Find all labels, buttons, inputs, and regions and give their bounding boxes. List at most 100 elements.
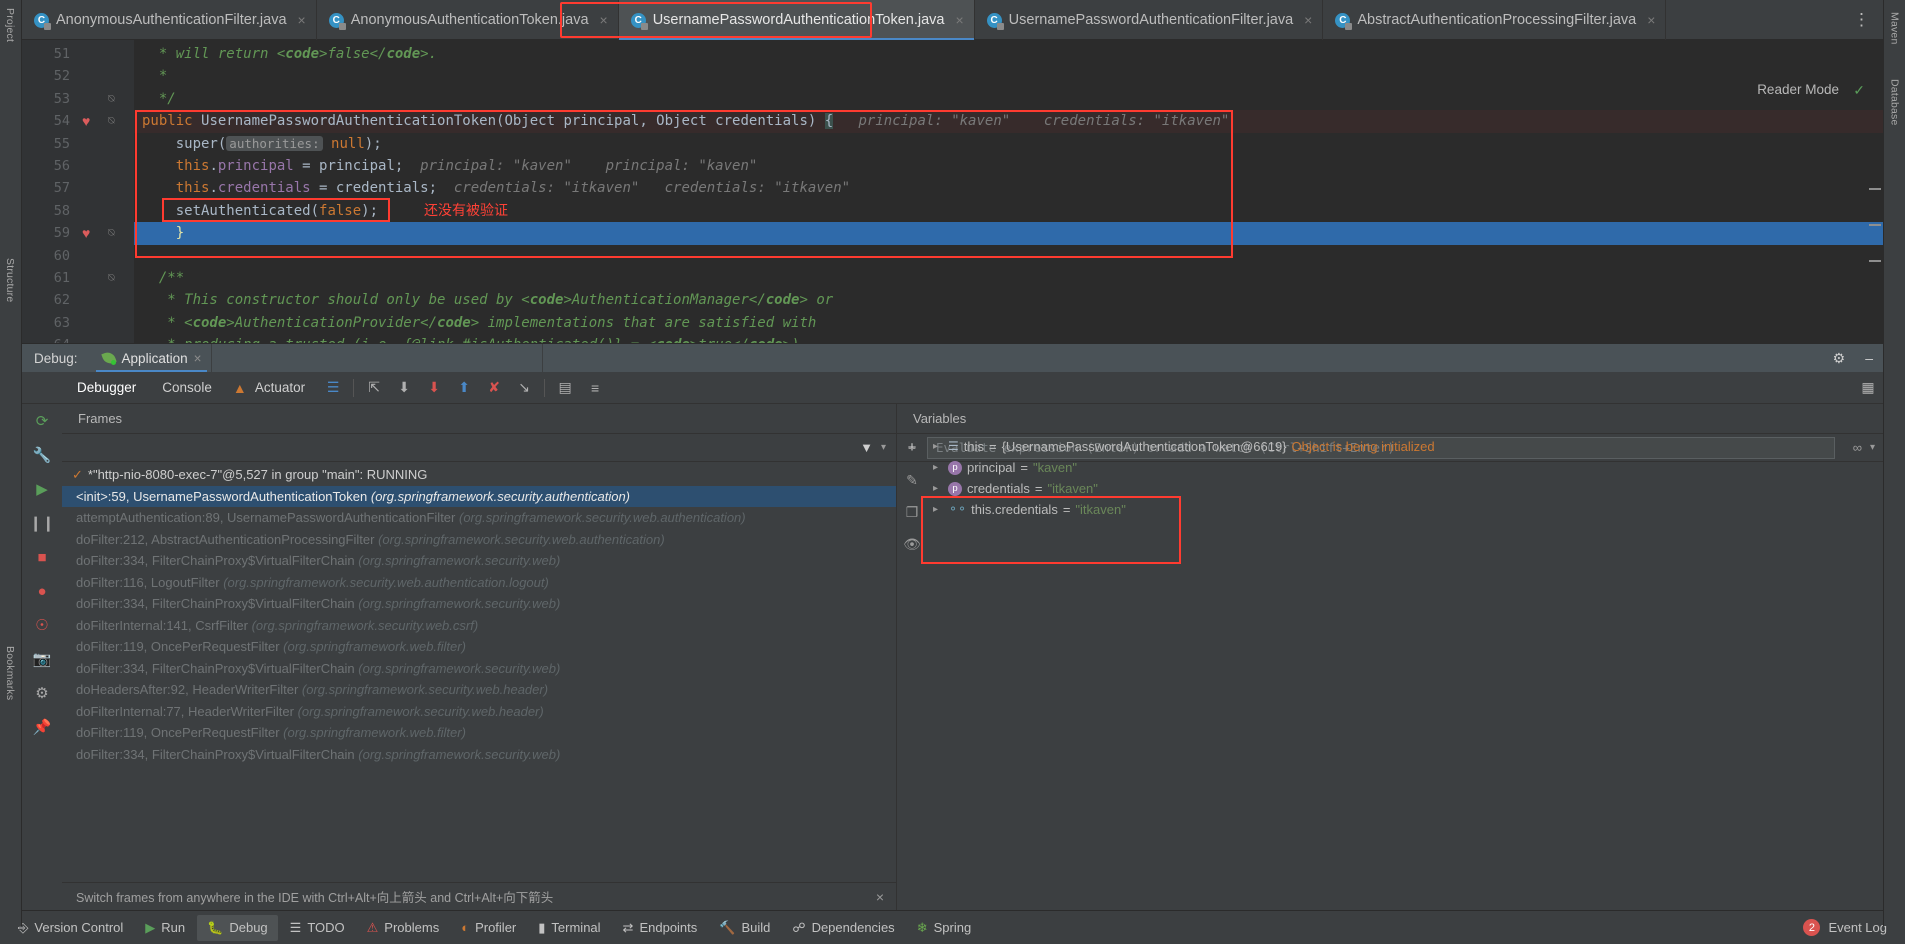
pause-program-icon[interactable]: ❙❙ — [22, 506, 62, 540]
variables-list[interactable]: ▸ ☰ this = {UsernamePasswordAuthenticati… — [927, 436, 1883, 910]
rail-item-structure[interactable]: Structure — [4, 252, 16, 308]
reader-mode-label[interactable]: Reader Mode — [1757, 82, 1839, 97]
frame-row[interactable]: doFilter:119, OncePerRequestFilter (org.… — [62, 722, 896, 744]
settings-icon[interactable]: ⚙ — [22, 676, 62, 710]
fold-icon[interactable]: ⍉ — [108, 110, 115, 132]
frames-list[interactable]: ✓ *"http-nio-8080-exec-7"@5,527 in group … — [62, 464, 896, 870]
code-editor[interactable]: 51 52 53 ⍉ 54 ♥ ⍉ 55 56 57 58 59 ♥ ⍉ 60 61 ⍉ 6… — [22, 40, 1883, 343]
status-item-version-control[interactable]: ⎆ Version Control — [8, 915, 133, 941]
equals-sign: = — [989, 439, 997, 454]
step-out-icon[interactable]: ⬆ — [449, 372, 479, 404]
force-step-into-icon[interactable]: ⬇ — [419, 372, 449, 404]
close-icon[interactable]: × — [1304, 12, 1312, 28]
frame-row[interactable]: doFilterInternal:77, HeaderWriterFilter … — [62, 701, 896, 723]
inspection-ok-icon[interactable]: ✓ — [1853, 82, 1865, 99]
editor-tab-usernamepasswordauthenticationfilter[interactable]: C UsernamePasswordAuthenticationFilter.j… — [975, 0, 1324, 40]
frame-row[interactable]: doFilter:334, FilterChainProxy$VirtualFi… — [62, 744, 896, 766]
rail-item-bookmarks[interactable]: Bookmarks — [4, 640, 16, 706]
wrench-icon[interactable]: 🔧 — [22, 438, 62, 472]
frame-row[interactable]: doFilter:116, LogoutFilter (org.springfr… — [62, 572, 896, 594]
code-text-area[interactable]: * will return <code>false</code>. * */ p… — [134, 40, 1883, 343]
chevron-right-icon[interactable]: ▸ — [933, 499, 943, 520]
remove-watch-icon[interactable]: − — [897, 432, 927, 464]
frame-row[interactable]: doHeadersAfter:92, HeaderWriterFilter (o… — [62, 679, 896, 701]
frame-row[interactable]: doFilter:212, AbstractAuthenticationProc… — [62, 529, 896, 551]
more-options-icon[interactable]: ⋮ — [1845, 10, 1879, 30]
variable-row-principal[interactable]: ▸ p principal = "kaven" — [927, 457, 1883, 478]
status-item-todo[interactable]: ☰ TODO — [280, 915, 355, 941]
status-item-run[interactable]: ▶ Run — [135, 915, 195, 941]
chevron-right-icon[interactable]: ▸ — [933, 478, 943, 499]
drop-frame-icon[interactable]: ✘ — [479, 372, 509, 404]
close-icon[interactable]: × — [600, 12, 608, 28]
rail-item-database[interactable]: Database — [1889, 73, 1901, 132]
close-icon[interactable]: × — [876, 889, 884, 905]
status-item-debug[interactable]: 🐛 Debug — [197, 914, 278, 941]
chevron-down-icon[interactable]: ▾ — [881, 442, 886, 453]
status-item-dependencies[interactable]: ☍ Dependencies — [782, 915, 904, 941]
close-icon[interactable]: × — [955, 12, 963, 28]
status-item-endpoints[interactable]: ⇄ Endpoints — [613, 915, 708, 941]
rail-item-project[interactable]: Project — [4, 2, 16, 48]
editor-tab-usernamepasswordauthenticationtoken[interactable]: C UsernamePasswordAuthenticationToken.ja… — [618, 0, 975, 40]
close-icon[interactable]: × — [194, 351, 202, 366]
variable-row-this-credentials[interactable]: ▸ ⚬⚬ this.credentials = "itkaven" — [927, 499, 1883, 520]
status-item-spring[interactable]: ❄ Spring — [907, 915, 981, 941]
event-log-label[interactable]: Event Log — [1828, 920, 1887, 935]
fold-icon[interactable]: ⍉ — [108, 88, 115, 110]
inspect-icon[interactable]: 👁 — [897, 528, 927, 560]
thread-row[interactable]: ✓ *"http-nio-8080-exec-7"@5,527 in group … — [62, 464, 896, 486]
mute-breakpoints-icon[interactable]: ● — [22, 574, 62, 608]
variable-row-this[interactable]: ▸ ☰ this = {UsernamePasswordAuthenticati… — [927, 436, 1883, 457]
minimize-icon[interactable]: – — [1855, 350, 1883, 366]
debug-tab-console[interactable]: Console — [149, 372, 225, 404]
chevron-right-icon[interactable]: ▸ — [933, 436, 943, 457]
breakpoint-icon[interactable]: ♥ — [82, 110, 90, 132]
actuator-icon[interactable]: ▲ — [225, 372, 255, 404]
view-breakpoints-icon[interactable]: ☉ — [22, 608, 62, 642]
run-to-cursor-icon[interactable]: ↘ — [509, 372, 539, 404]
close-icon[interactable]: × — [1647, 12, 1655, 28]
stop-icon[interactable]: ■ — [22, 540, 62, 574]
status-item-profiler[interactable]: ◐ Profiler — [451, 915, 526, 941]
close-icon[interactable]: × — [298, 12, 306, 28]
evaluate-expression-icon[interactable]: ▤ — [550, 372, 580, 404]
restore-layout-icon[interactable]: ▦ — [1853, 372, 1883, 404]
resume-program-icon[interactable]: ▶ — [22, 472, 62, 506]
edit-watch-icon[interactable]: ✎ — [897, 464, 927, 496]
step-into-icon[interactable]: ⬇ — [389, 372, 419, 404]
frame-row-selected[interactable]: <init>:59, UsernamePasswordAuthenticatio… — [62, 485, 896, 507]
camera-icon[interactable]: 📷 — [22, 642, 62, 676]
frame-row[interactable]: doFilter:119, OncePerRequestFilter (org.… — [62, 636, 896, 658]
rerun-icon[interactable]: ⟳ — [22, 404, 62, 438]
copy-value-icon[interactable]: ❐ — [897, 496, 927, 528]
editor-tab-abstractauthenticationprocessingfilter[interactable]: C AbstractAuthenticationProcessingFilter… — [1323, 0, 1667, 40]
frames-header: Frames — [62, 404, 896, 434]
debug-session-tab-application[interactable]: Application × — [92, 344, 212, 372]
layout-settings-icon[interactable]: ☰ — [318, 372, 348, 404]
frame-row[interactable]: doFilter:334, FilterChainProxy$VirtualFi… — [62, 593, 896, 615]
fold-icon[interactable]: ⍉ — [108, 222, 115, 244]
breakpoint-icon[interactable]: ♥ — [82, 222, 90, 244]
debug-tab-debugger[interactable]: Debugger — [64, 372, 149, 404]
settings-gear-icon[interactable]: ⚙ — [1823, 350, 1856, 367]
status-item-problems[interactable]: ⚠ Problems — [357, 915, 450, 941]
pin-icon[interactable]: 📌 — [22, 710, 62, 744]
fold-icon[interactable]: ⍉ — [108, 267, 115, 289]
debug-tab-actuator[interactable]: Actuator — [255, 372, 318, 404]
frame-row[interactable]: doFilter:334, FilterChainProxy$VirtualFi… — [62, 658, 896, 680]
frame-row[interactable]: doFilter:334, FilterChainProxy$VirtualFi… — [62, 550, 896, 572]
editor-tab-anonymousauthenticationfilter[interactable]: C AnonymousAuthenticationFilter.java × — [22, 0, 317, 40]
frame-row[interactable]: attemptAuthentication:89, UsernamePasswo… — [62, 507, 896, 529]
settings-layout-icon[interactable]: ≡ — [580, 372, 610, 404]
status-item-terminal[interactable]: ▮ Terminal — [528, 915, 610, 941]
rail-item-maven[interactable]: Maven — [1889, 6, 1901, 51]
editor-tab-anonymousauthenticationtoken[interactable]: C AnonymousAuthenticationToken.java × — [317, 0, 619, 40]
variable-row-credentials[interactable]: ▸ p credentials = "itkaven" — [927, 478, 1883, 499]
chevron-right-icon[interactable]: ▸ — [933, 457, 943, 478]
filter-icon[interactable]: ▼ — [860, 440, 873, 455]
frame-row[interactable]: doFilterInternal:141, CsrfFilter (org.sp… — [62, 615, 896, 637]
code-line-59: } — [134, 222, 1883, 245]
step-over-icon[interactable]: ⇱ — [359, 372, 389, 404]
status-item-build[interactable]: 🔨 Build — [709, 915, 780, 941]
